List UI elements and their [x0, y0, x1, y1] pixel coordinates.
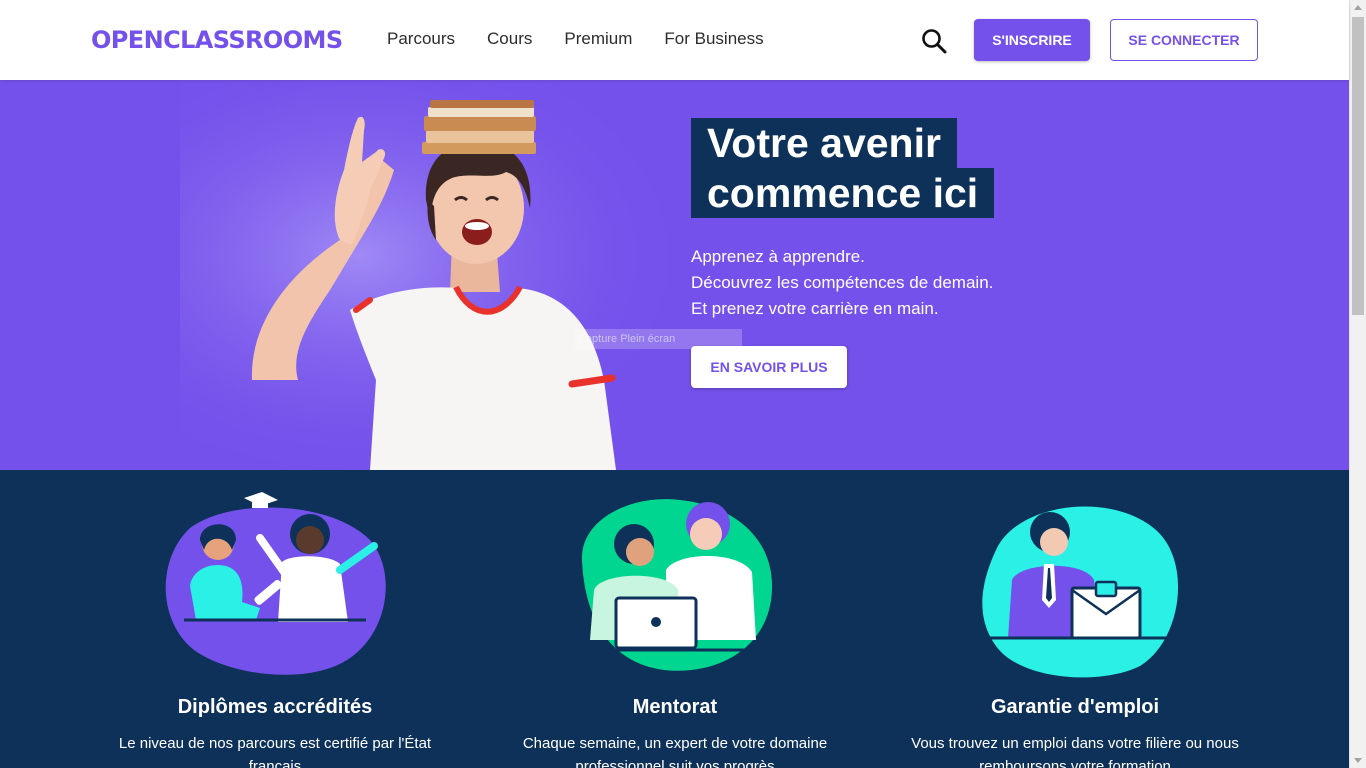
scrollbar-thumb[interactable] [1352, 17, 1364, 315]
student-with-books-photo [180, 80, 740, 470]
login-button[interactable]: SE CONNECTER [1110, 19, 1258, 61]
feature-description: Le niveau de nos parcours est certifié p… [118, 735, 432, 768]
feature-title: Diplômes accrédités [177, 696, 373, 718]
hero-tagline-line-3: Et prenez votre carrière en main. [691, 299, 939, 318]
feature-title: Mentorat [632, 696, 718, 718]
features-section: Diplômes accrédités Le niveau de nos par… [0, 470, 1349, 768]
nav-premium-link[interactable]: Premium [564, 28, 632, 50]
nav-for-business-link[interactable]: For Business [664, 28, 763, 50]
scroll-up-arrow-icon[interactable] [1354, 5, 1362, 10]
feature-title: Garantie d'emploi [990, 696, 1160, 718]
signup-button[interactable]: S'INSCRIRE [974, 19, 1090, 61]
learn-more-button[interactable]: EN SAVOIR PLUS [691, 346, 847, 388]
graduates-illustration [165, 492, 386, 675]
search-icon[interactable] [920, 27, 948, 55]
hero-section: Votre avenir commence ici Apprenez à app… [0, 80, 1349, 470]
scroll-down-arrow-icon[interactable] [1354, 758, 1362, 763]
feature-description: Chaque semaine, un expert de votre domai… [522, 735, 828, 768]
hero-tagline-line-2: Découvrez les compétences de demain. [691, 273, 994, 292]
hero-headline-line-2: commence ici [691, 168, 995, 218]
feature-description: Vous trouvez un emploi dans votre filièr… [911, 735, 1239, 768]
openclassrooms-logo[interactable]: OPENCLASSROOMS [91, 26, 343, 54]
hero-tagline-line-1: Apprenez à apprendre. [691, 247, 865, 266]
nav-parcours-link[interactable]: Parcours [387, 28, 455, 50]
job-guarantee-illustration [982, 506, 1179, 678]
nav-cours-link[interactable]: Cours [487, 28, 532, 50]
site-header: OPENCLASSROOMS Parcours Cours Premium Fo… [0, 0, 1349, 80]
main-nav: Parcours Cours Premium For Business [387, 28, 764, 50]
hero-headline-line-1: Votre avenir [691, 118, 957, 168]
page-scrollbar[interactable] [1349, 0, 1366, 768]
mentoring-illustration [580, 499, 773, 671]
